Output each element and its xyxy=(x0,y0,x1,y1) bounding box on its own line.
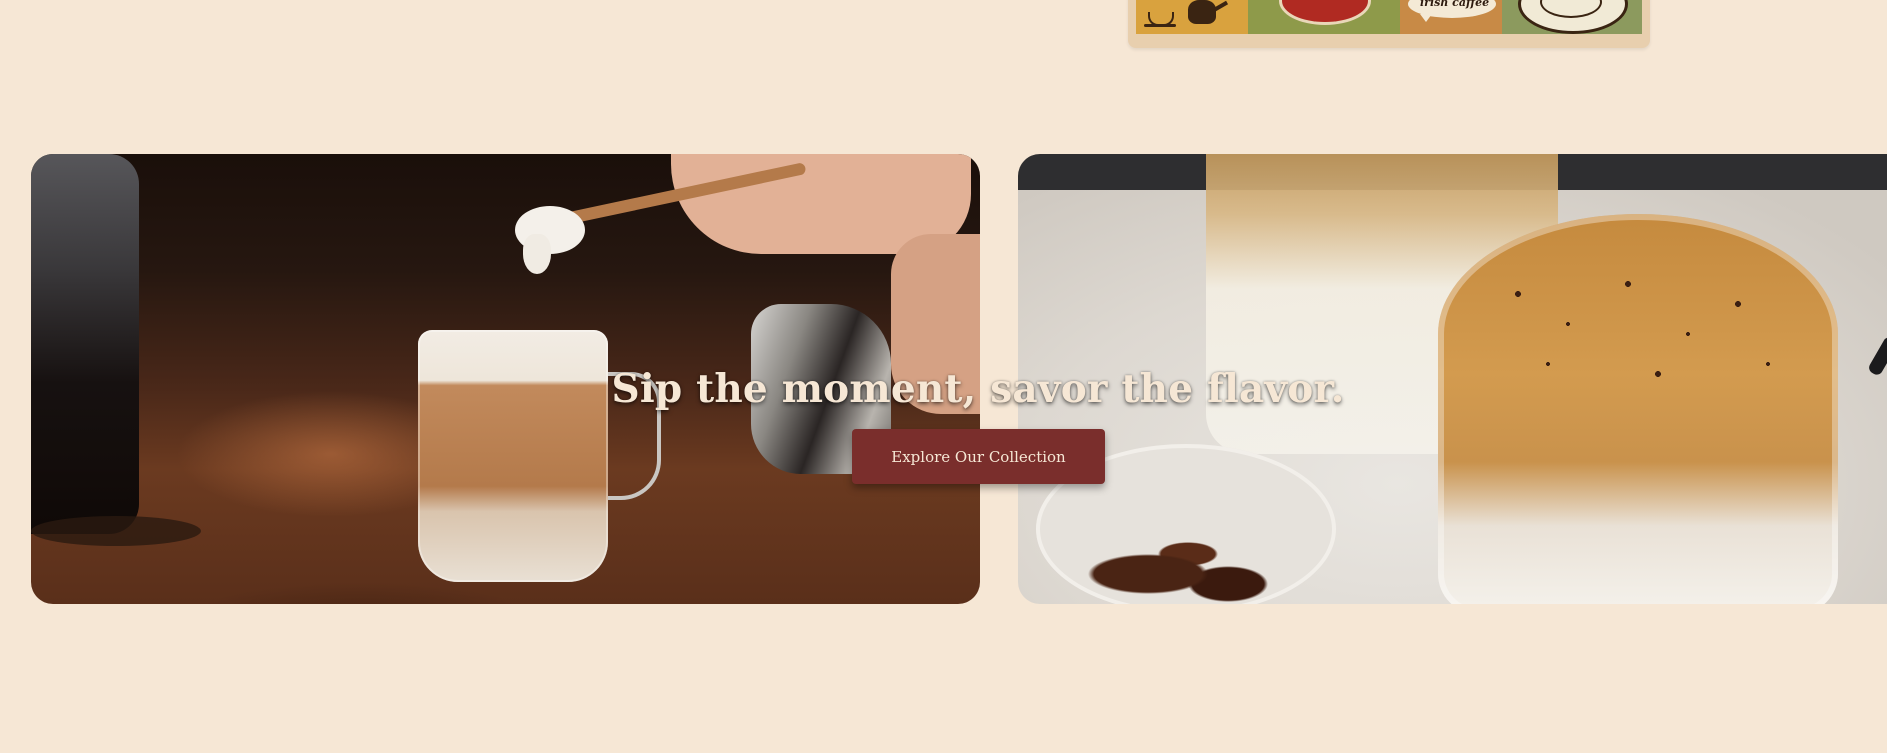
hero-heading: Sip the moment, savor the flavor. xyxy=(611,366,1345,412)
speech-bubble-tail-icon xyxy=(1420,14,1432,22)
banner-strip: coffee irish caffee xyxy=(1136,0,1642,34)
explore-collection-button[interactable]: Explore Our Collection xyxy=(852,429,1105,484)
carafe-shape xyxy=(31,154,139,534)
banner-cell-coffeepot xyxy=(1136,0,1248,34)
coffee-pot-spout-icon xyxy=(1213,0,1229,12)
vintage-coffee-banner: coffee irish caffee xyxy=(1128,0,1650,48)
banner-cell-cloud: coffee xyxy=(1248,0,1400,34)
red-cloud-icon xyxy=(1282,0,1368,22)
carafe-base-shape xyxy=(31,516,201,546)
banner-cell-bubble: irish caffee xyxy=(1400,0,1502,34)
banner-cloud-text: coffee xyxy=(1308,0,1345,3)
edge-object-shape xyxy=(1866,335,1887,377)
banner-cell-plate xyxy=(1502,0,1642,34)
chocolate-shavings-shape xyxy=(1088,534,1288,604)
saucer-icon xyxy=(1144,24,1176,27)
banner-bubble-text: irish caffee xyxy=(1420,0,1490,9)
coffee-pot-icon xyxy=(1188,0,1216,24)
foam-drip-shape xyxy=(523,234,551,274)
